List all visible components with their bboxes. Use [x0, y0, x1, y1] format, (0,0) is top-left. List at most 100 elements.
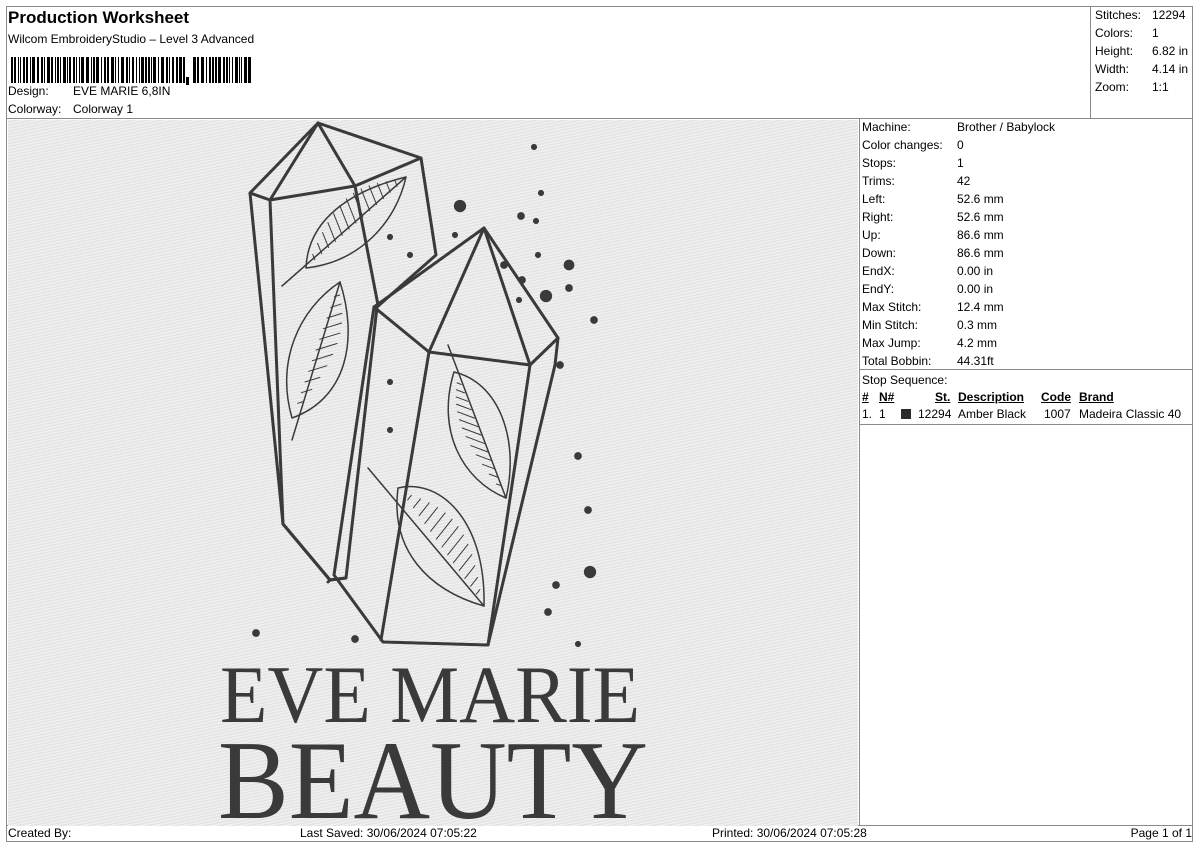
design-info: Design: EVE MARIE 6,8IN — [8, 84, 408, 100]
worksheet-header: Production Worksheet Wilcom EmbroiderySt… — [8, 8, 1088, 118]
leaf-hatch — [458, 419, 479, 428]
col-n: N# — [879, 390, 895, 404]
barcode-bar — [79, 57, 80, 83]
barcode-bar — [151, 57, 152, 83]
barcode-bar — [69, 57, 71, 83]
stop-divider — [859, 424, 1193, 425]
leaf-hatch — [412, 498, 421, 509]
dot — [500, 261, 508, 269]
barcode-bar — [121, 57, 124, 83]
leaf-hatch — [315, 342, 338, 351]
dot — [539, 289, 553, 303]
detail-row: Down: 86.6 mm — [862, 246, 1004, 260]
leaf-hatch — [376, 182, 384, 199]
barcode-bar — [126, 57, 128, 83]
barcode-bar — [206, 57, 207, 83]
barcode-bar — [183, 57, 185, 83]
barcode-bar — [14, 57, 16, 83]
barcode-bar — [101, 57, 102, 83]
colorway-info: Colorway: Colorway 1 — [8, 102, 408, 118]
design-value: EVE MARIE 6,8IN — [73, 84, 171, 98]
created-by: Created By: — [8, 826, 72, 840]
barcode-bar — [26, 57, 28, 83]
leaf-hatch — [452, 543, 469, 564]
leaf-hatch — [368, 185, 378, 206]
barcode-bar — [96, 57, 99, 83]
leaf-hatch — [311, 353, 334, 362]
printed-date: Printed: 30/06/2024 07:05:28 — [712, 826, 867, 840]
barcode-bar — [60, 57, 61, 83]
leaf-hatch — [455, 403, 472, 411]
leaf-hatch — [297, 401, 304, 404]
leaf-4 — [396, 485, 485, 607]
barcode-bar — [166, 57, 168, 83]
stop-sequence: Stop Sequence: # N# St. Description Code… — [862, 372, 1194, 423]
barcode-bar — [81, 57, 84, 83]
leaf-hatch — [418, 502, 430, 517]
leaf-hatch — [360, 188, 371, 212]
leaf-hatch — [407, 494, 412, 501]
leaf-hatch — [488, 473, 498, 478]
col-st: St. — [935, 390, 951, 404]
leaf-3 — [447, 371, 511, 499]
summary-divider — [1090, 6, 1091, 118]
detail-row: Max Stitch: 12.4 mm — [862, 300, 1004, 314]
barcode-bar — [30, 57, 31, 83]
leaf-hatch — [333, 213, 343, 236]
embroidery-artwork: EVE MARIE BEAUTY — [218, 121, 648, 826]
barcode-bar — [93, 57, 95, 83]
barcode-bar — [148, 57, 150, 83]
dot — [515, 296, 523, 304]
dot — [351, 635, 359, 643]
leaf-hatch — [339, 205, 350, 230]
barcode-bar — [23, 57, 25, 83]
detail-row: EndY: 0.00 in — [862, 282, 994, 296]
dot — [590, 316, 598, 324]
barcode-bar — [132, 57, 134, 83]
detail-row: Stops: 1 — [862, 156, 964, 170]
barcode-bar — [111, 57, 114, 83]
barcode-bar — [226, 57, 228, 83]
barcode-bar — [172, 57, 174, 83]
barcode-bar — [67, 57, 68, 83]
col-description: Description — [958, 390, 1025, 404]
design-preview: EVE MARIE BEAUTY — [8, 120, 858, 826]
dot — [518, 276, 526, 284]
dot — [386, 426, 394, 434]
preview-divider — [859, 118, 860, 826]
crystal-back-facets — [248, 121, 423, 584]
dot — [584, 506, 592, 514]
summary-row: Width: 4.14 in — [1095, 62, 1189, 76]
detail-row: Up: 86.6 mm — [862, 228, 1004, 242]
dot — [252, 629, 260, 637]
dot — [565, 284, 573, 292]
worksheet-footer: Created By: Last Saved: 30/06/2024 07:05… — [8, 826, 1192, 841]
dot — [574, 452, 582, 460]
leaf-hatch — [319, 332, 341, 340]
dot — [517, 212, 525, 220]
summary-row: Stitches: 12294 — [1095, 8, 1186, 22]
leaf-hatch — [470, 576, 479, 587]
barcode-bar — [86, 57, 89, 83]
detail-row: EndX: 0.00 in — [862, 264, 994, 278]
col-code: Code — [1041, 390, 1071, 404]
dot — [453, 199, 467, 213]
barcode-bar — [91, 57, 92, 83]
summary-row: Zoom: 1:1 — [1095, 80, 1169, 94]
barcode-bar — [145, 57, 147, 83]
barcode-bar — [241, 57, 242, 83]
barcode-bar — [179, 57, 182, 83]
barcode-bar — [176, 57, 178, 83]
leaf-hatch — [465, 436, 485, 444]
barcode-bar — [193, 57, 196, 83]
leaf-hatch — [464, 565, 476, 579]
barcode-bar — [244, 57, 247, 83]
dot — [534, 251, 542, 259]
barcode-bar — [153, 57, 156, 83]
leaf-hatch — [461, 427, 482, 436]
leaf-hatch — [455, 389, 466, 394]
summary-stats: Stitches: 12294 Colors: 1 Height: 6.82 in W… — [1095, 6, 1195, 96]
barcode-bar — [76, 57, 77, 83]
detail-row: Left: 52.6 mm — [862, 192, 1004, 206]
barcode-bar — [218, 57, 221, 83]
